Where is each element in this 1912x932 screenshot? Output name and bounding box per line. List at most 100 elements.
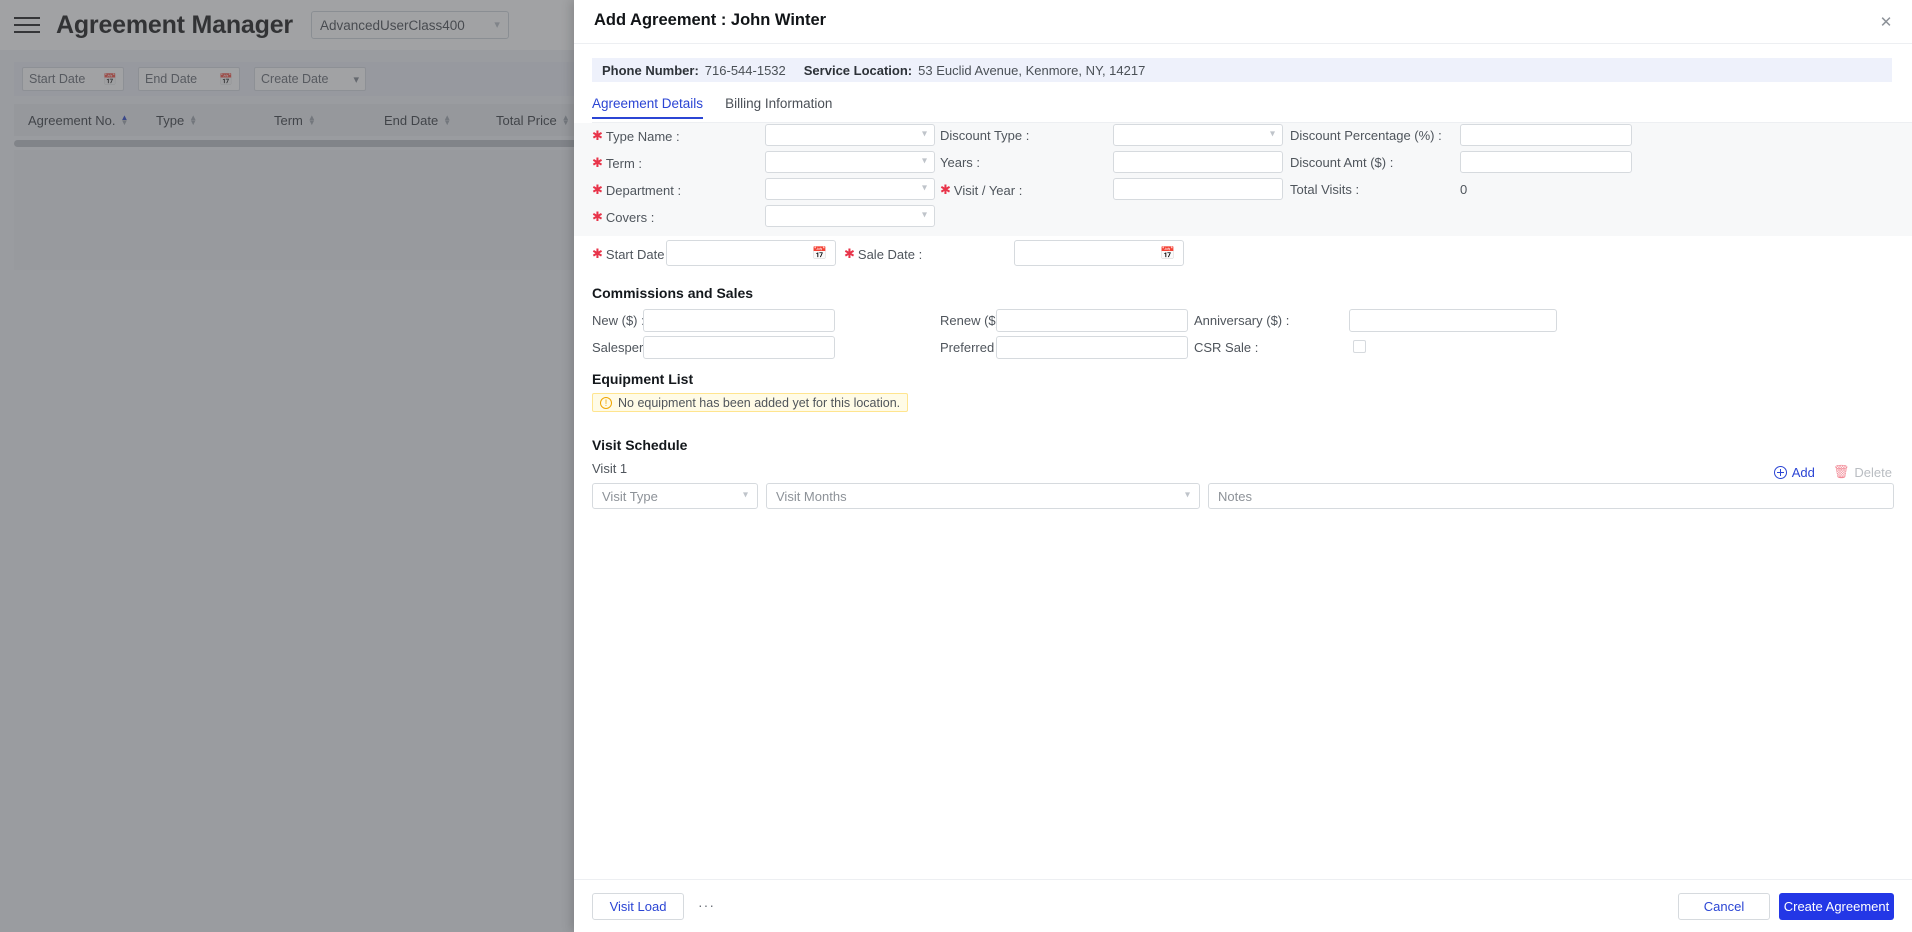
field-label: Sale Date :: [857, 246, 923, 262]
field-type-name: ✱ Type Name :: [592, 128, 680, 144]
dialog-tabs: Agreement Details Billing Information: [592, 96, 1912, 123]
add-visit-button[interactable]: Add: [1773, 464, 1815, 480]
visit-row-label: Visit 1: [592, 461, 628, 476]
close-icon[interactable]: ✕: [1874, 10, 1898, 34]
field-label: CSR Sale :: [1194, 340, 1259, 355]
chevron-down-icon: ▾: [921, 155, 927, 167]
field-sale-date: ✱ Sale Date :: [844, 246, 922, 262]
salesperson-input[interactable]: [643, 336, 835, 359]
discount-amt-input[interactable]: [1460, 151, 1632, 173]
equipment-empty-alert: ! No equipment has been added yet for th…: [592, 393, 909, 412]
dialog-header: Add Agreement : John Winter ✕: [574, 0, 1912, 44]
field-anniversary: Anniversary ($) :: [1194, 313, 1289, 328]
visit-notes-input[interactable]: Notes: [1208, 483, 1894, 509]
anniversary-amount-input[interactable]: [1349, 309, 1557, 332]
cancel-button[interactable]: Cancel: [1678, 893, 1770, 920]
type-name-select[interactable]: ▾: [765, 124, 935, 146]
visit-load-button[interactable]: Visit Load: [592, 893, 684, 920]
tab-billing-information[interactable]: Billing Information: [725, 96, 832, 118]
visit-months-placeholder: Visit Months: [776, 488, 847, 504]
field-csr-sale: CSR Sale :: [1194, 340, 1258, 355]
dialog-footer: Visit Load ··· Cancel Create Agreement: [574, 879, 1912, 932]
phone-label: Phone Number:: [602, 62, 699, 78]
field-label: Anniversary ($) :: [1194, 313, 1290, 328]
trash-icon: 🗑: [1832, 464, 1850, 479]
field-label: Discount Type :: [940, 128, 1030, 143]
total-visits-value: 0: [1460, 182, 1468, 197]
visit-type-select[interactable]: Visit Type ▾: [592, 483, 758, 509]
field-department: ✱ Department :: [592, 182, 681, 198]
commissions-section-title: Commissions and Sales: [592, 285, 754, 301]
field-visit-year: ✱ Visit / Year :: [940, 182, 1022, 198]
chevron-down-icon: ▾: [742, 489, 748, 501]
field-years: Years :: [940, 155, 980, 170]
field-new: New ($) :: [592, 313, 645, 328]
tab-agreement-details[interactable]: Agreement Details: [592, 96, 704, 119]
renew-amount-input[interactable]: [996, 309, 1188, 332]
required-asterisk: ✱: [592, 209, 603, 224]
field-label: Discount Percentage (%) :: [1290, 128, 1442, 143]
field-start-date: ✱ Start Date :: [592, 246, 672, 262]
delete-visit-label: Delete: [1854, 464, 1892, 480]
field-label: New ($) :: [592, 313, 645, 328]
service-location-label: Service Location:: [803, 62, 913, 78]
more-options-button[interactable]: ···: [698, 897, 715, 913]
visit-schedule-section-title: Visit Schedule: [592, 437, 688, 453]
field-label: Start Date :: [605, 246, 672, 262]
calendar-icon: 📅: [1160, 246, 1175, 260]
chevron-down-icon: ▾: [1184, 489, 1190, 501]
add-visit-label: Add: [1791, 464, 1815, 480]
discount-type-select[interactable]: ▾: [1113, 124, 1283, 146]
visit-year-input[interactable]: [1113, 178, 1283, 200]
dialog-title: Add Agreement : John Winter: [594, 11, 827, 29]
equipment-section-title: Equipment List: [592, 371, 694, 387]
field-label: Type Name :: [605, 128, 680, 144]
new-amount-input[interactable]: [643, 309, 835, 332]
visit-notes-placeholder: Notes: [1218, 488, 1252, 504]
field-total-visits: Total Visits :: [1290, 182, 1359, 197]
phone-value: 716-544-1532: [704, 62, 786, 78]
sale-date-input[interactable]: 📅: [1014, 240, 1184, 266]
calendar-icon: 📅: [812, 246, 827, 260]
field-label: Term :: [605, 155, 643, 171]
field-discount-type: Discount Type :: [940, 128, 1029, 143]
chevron-down-icon: ▾: [921, 209, 927, 221]
visit-schedule-actions: Add 🗑 Delete: [1773, 464, 1892, 480]
start-date-input[interactable]: 📅: [666, 240, 836, 266]
department-select[interactable]: ▾: [765, 178, 935, 200]
discount-percentage-input[interactable]: [1460, 124, 1632, 146]
required-asterisk: ✱: [592, 128, 603, 143]
customer-info-bar: Phone Number: 716-544-1532 Service Locat…: [592, 58, 1892, 82]
field-term: ✱ Term :: [592, 155, 642, 171]
field-label: Years :: [940, 155, 980, 170]
create-agreement-button[interactable]: Create Agreement: [1779, 893, 1894, 920]
required-asterisk: ✱: [592, 182, 603, 197]
info-circle-icon: !: [600, 396, 612, 409]
required-asterisk: ✱: [592, 155, 603, 170]
field-label: Discount Amt ($) :: [1290, 155, 1394, 170]
years-input[interactable]: [1113, 151, 1283, 173]
field-covers: ✱ Covers :: [592, 209, 654, 225]
equipment-empty-message: No equipment has been added yet for this…: [618, 395, 901, 410]
field-discount-percentage: Discount Percentage (%) :: [1290, 128, 1442, 143]
covers-select[interactable]: ▾: [765, 205, 935, 227]
plus-circle-icon: [1773, 465, 1787, 479]
preferred-technician-input[interactable]: [996, 336, 1188, 359]
required-asterisk: ✱: [844, 246, 855, 261]
chevron-down-icon: ▾: [921, 182, 927, 194]
field-label: Visit / Year :: [953, 182, 1023, 198]
visit-months-select[interactable]: Visit Months ▾: [766, 483, 1200, 509]
field-label: Department :: [605, 182, 682, 198]
add-agreement-dialog: Add Agreement : John Winter ✕ Phone Numb…: [574, 0, 1912, 932]
required-asterisk: ✱: [940, 182, 951, 197]
visit-type-placeholder: Visit Type: [602, 488, 658, 504]
chevron-down-icon: ▾: [921, 128, 927, 140]
term-select[interactable]: ▾: [765, 151, 935, 173]
required-asterisk: ✱: [592, 246, 603, 261]
field-discount-amt: Discount Amt ($) :: [1290, 155, 1393, 170]
field-label: Covers :: [605, 209, 655, 225]
field-label: Total Visits :: [1290, 182, 1360, 197]
csr-sale-checkbox[interactable]: [1353, 340, 1366, 353]
delete-visit-button[interactable]: 🗑 Delete: [1833, 464, 1892, 480]
service-location-value: 53 Euclid Avenue, Kenmore, NY, 14217: [918, 62, 1146, 78]
